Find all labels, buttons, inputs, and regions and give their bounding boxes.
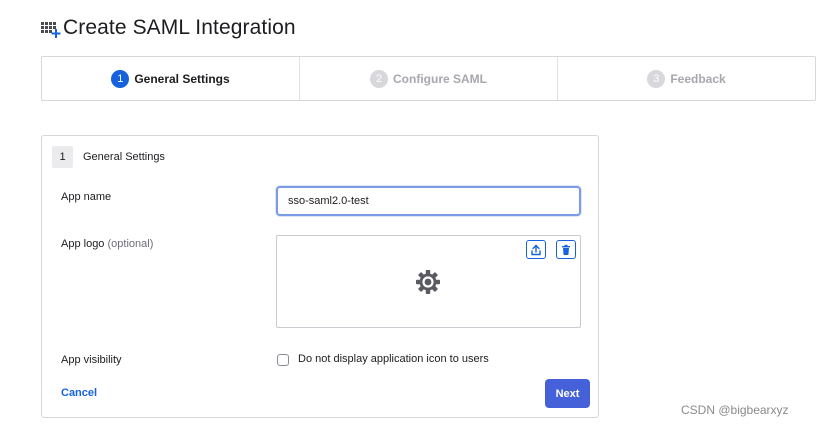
section-number: 1 xyxy=(52,146,73,168)
optional-hint: (optional) xyxy=(107,238,154,250)
app-logo-label: App logo (optional) xyxy=(61,238,153,250)
delete-logo-button[interactable] xyxy=(556,240,576,259)
watermark: CSDN @bigbearxyz xyxy=(681,403,789,417)
app-logo-label-text: App logo xyxy=(61,238,105,250)
next-button[interactable]: Next xyxy=(545,379,590,408)
step-number-badge: 1 xyxy=(111,69,130,88)
step-configure-saml[interactable]: 2 Configure SAML xyxy=(299,57,557,100)
wizard-stepper: 1 General Settings 2 Configure SAML 3 Fe… xyxy=(41,56,816,101)
step-label: Feedback xyxy=(670,71,726,86)
app-name-input[interactable] xyxy=(276,186,581,216)
page-title: Create SAML Integration xyxy=(63,16,296,39)
step-feedback[interactable]: 3 Feedback xyxy=(557,57,815,100)
hide-icon-checkbox[interactable] xyxy=(277,354,289,366)
hide-icon-checkbox-label[interactable]: Do not display application icon to users xyxy=(298,353,489,365)
step-label: Configure SAML xyxy=(393,71,487,86)
general-settings-card: 1 General Settings App name App logo (op… xyxy=(41,135,599,418)
step-number-badge: 2 xyxy=(370,69,388,88)
page-header: Create SAML Integration xyxy=(40,16,296,40)
app-logo-dropzone[interactable] xyxy=(276,235,581,328)
upload-icon xyxy=(531,244,541,255)
upload-logo-button[interactable] xyxy=(526,240,546,259)
cancel-button[interactable]: Cancel xyxy=(61,387,97,399)
section-header: 1 General Settings xyxy=(52,146,165,168)
section-title: General Settings xyxy=(83,151,165,163)
step-label: General Settings xyxy=(134,71,230,86)
app-visibility-label: App visibility xyxy=(61,354,122,366)
gear-icon xyxy=(415,269,441,295)
trash-icon xyxy=(562,244,570,255)
app-grid-add-icon xyxy=(41,22,61,38)
step-number-badge: 3 xyxy=(647,69,666,88)
step-general-settings[interactable]: 1 General Settings xyxy=(42,57,299,100)
app-name-label: App name xyxy=(61,191,112,203)
